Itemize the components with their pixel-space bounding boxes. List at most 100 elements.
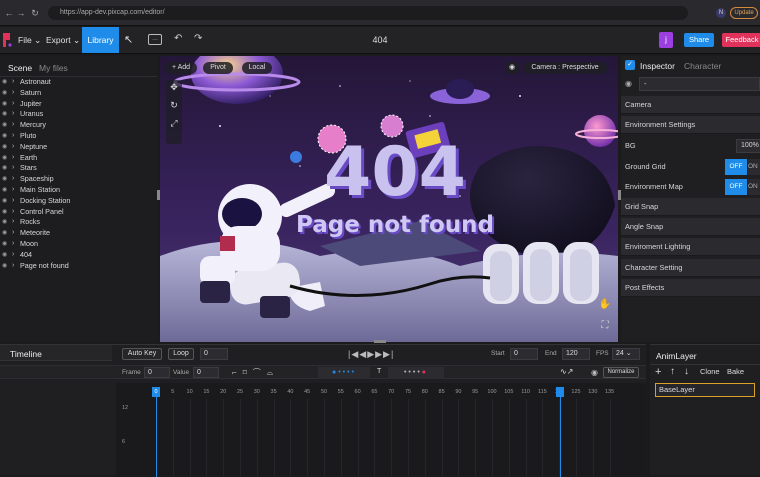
tree-item[interactable]: ◉ › Rocks bbox=[0, 217, 157, 228]
profile-avatar[interactable]: N bbox=[716, 8, 726, 18]
feedback-button[interactable]: Feedback bbox=[722, 33, 760, 47]
tree-item[interactable]: ◉ › Control Panel bbox=[0, 207, 157, 218]
tree-item[interactable]: ◉ › Saturn bbox=[0, 88, 157, 99]
eye-icon[interactable]: ◉ bbox=[2, 217, 10, 228]
chevron-right-icon[interactable]: › bbox=[12, 217, 18, 228]
bg-value-field[interactable]: 100% bbox=[736, 139, 760, 153]
undo-icon[interactable]: ↶ bbox=[174, 33, 186, 47]
env-map-off-toggle[interactable]: OFF bbox=[725, 179, 747, 195]
prev-icon[interactable]: ◀ bbox=[359, 349, 367, 359]
pan-hand-icon[interactable]: ✋ bbox=[598, 299, 612, 313]
eye-icon[interactable]: ◉ bbox=[2, 228, 10, 239]
next-icon[interactable]: ▶ bbox=[375, 349, 383, 359]
ground-grid-on-toggle[interactable]: ON bbox=[748, 159, 760, 175]
chevron-right-icon[interactable]: › bbox=[12, 239, 18, 250]
chevron-right-icon[interactable]: › bbox=[12, 99, 18, 110]
interpolation-buttons[interactable]: ⌐⌑⌒⌓ bbox=[232, 367, 292, 379]
user-avatar[interactable]: j bbox=[659, 32, 673, 48]
playhead-marker[interactable]: 0 bbox=[152, 387, 160, 397]
auto-key-button[interactable]: Auto Key bbox=[122, 348, 162, 360]
tab-timeline[interactable]: Timeline bbox=[10, 347, 42, 361]
tab-anim-layer[interactable]: AnimLayer bbox=[656, 349, 697, 363]
update-button[interactable]: Update bbox=[730, 7, 758, 19]
share-button[interactable]: Share bbox=[684, 33, 714, 47]
scale-icon[interactable]: ⤢ bbox=[168, 118, 180, 130]
section-environment-settings[interactable]: Environment Settings bbox=[621, 116, 760, 134]
tree-item[interactable]: ◉ › Earth bbox=[0, 153, 157, 164]
section-angle-snap[interactable]: Angle Snap bbox=[621, 218, 760, 236]
rotate-icon[interactable]: ↻ bbox=[168, 100, 180, 112]
bottom-resize-handle[interactable] bbox=[374, 340, 386, 343]
section-character-setting[interactable]: Character Setting bbox=[621, 259, 760, 277]
move-down-icon[interactable]: ↓ bbox=[684, 365, 694, 379]
layer-item-base[interactable]: BaseLayer bbox=[655, 383, 755, 397]
cursor-icon[interactable]: ↖ bbox=[124, 33, 136, 47]
forward-icon[interactable]: → bbox=[16, 8, 26, 18]
eye-icon[interactable]: ◉ bbox=[2, 99, 10, 110]
env-map-on-toggle[interactable]: ON bbox=[748, 179, 760, 195]
eye-icon[interactable]: ◉ bbox=[2, 250, 10, 261]
tree-item[interactable]: ◉ › Stars bbox=[0, 163, 157, 174]
tree-item[interactable]: ◉ › Astronaut bbox=[0, 77, 157, 88]
camera-icon[interactable]: ◉ bbox=[505, 62, 519, 74]
add-layer-icon[interactable]: + bbox=[655, 365, 665, 379]
camera-mode-select[interactable]: Camera : Prespective bbox=[523, 62, 607, 74]
checkbox-icon[interactable]: ✓ bbox=[625, 60, 635, 70]
ground-grid-off-toggle[interactable]: OFF bbox=[725, 159, 747, 175]
move-icon[interactable]: ✥ bbox=[168, 82, 180, 94]
chevron-right-icon[interactable]: › bbox=[12, 185, 18, 196]
clone-button[interactable]: Clone bbox=[700, 367, 720, 376]
chevron-right-icon[interactable]: › bbox=[12, 153, 18, 164]
move-up-icon[interactable]: ↑ bbox=[670, 365, 680, 379]
eye-icon[interactable]: ◉ bbox=[2, 196, 10, 207]
key-frame-input[interactable]: 0 bbox=[144, 367, 170, 378]
channel-filter-x[interactable]: ●•••• bbox=[318, 367, 370, 379]
eye-icon[interactable]: ◉ bbox=[2, 207, 10, 218]
tree-item[interactable]: ◉ › Spaceship bbox=[0, 174, 157, 185]
start-input[interactable]: 0 bbox=[510, 348, 538, 360]
eye-icon[interactable]: ◉ bbox=[2, 163, 10, 174]
file-menu[interactable]: File ⌄ bbox=[18, 27, 41, 53]
frame-input[interactable]: 0 bbox=[200, 348, 228, 360]
pixcap-logo[interactable] bbox=[2, 31, 12, 49]
eye-icon[interactable]: ◉ bbox=[2, 153, 10, 164]
section-camera[interactable]: Camera bbox=[621, 96, 760, 114]
key-value-input[interactable]: 0 bbox=[193, 367, 219, 378]
address-bar[interactable]: https://app-dev.pixcap.com/editor/ bbox=[48, 6, 688, 20]
tab-character[interactable]: Character bbox=[684, 59, 721, 73]
frame-ruler[interactable]: 5 10 15 20 25 30 35 40 45 50 55 60 65 70 75 80 85 90 95 100… bbox=[116, 389, 646, 397]
eye-icon[interactable]: ◉ bbox=[2, 77, 10, 88]
tab-scene[interactable]: Scene bbox=[8, 61, 32, 75]
tree-item[interactable]: ◉ › 404 bbox=[0, 250, 157, 261]
tree-item[interactable]: ◉ › Page not found bbox=[0, 261, 157, 272]
tree-item[interactable]: ◉ › Main Station bbox=[0, 185, 157, 196]
section-environment-lighting[interactable]: Enviroment Lighting bbox=[621, 238, 760, 256]
tree-item[interactable]: ◉ › Neptune bbox=[0, 142, 157, 153]
tab-my-files[interactable]: My files bbox=[39, 61, 68, 75]
chevron-right-icon[interactable]: › bbox=[12, 250, 18, 261]
chevron-right-icon[interactable]: › bbox=[12, 120, 18, 131]
local-toggle[interactable]: Local bbox=[242, 62, 272, 74]
comment-icon[interactable]: … bbox=[148, 34, 162, 45]
library-button[interactable]: Library bbox=[82, 27, 119, 53]
object-select[interactable]: - bbox=[639, 77, 760, 91]
chevron-right-icon[interactable]: › bbox=[12, 88, 18, 99]
chevron-right-icon[interactable]: › bbox=[12, 261, 18, 272]
end-marker[interactable] bbox=[556, 387, 564, 397]
export-menu[interactable]: Export ⌄ bbox=[46, 27, 80, 53]
project-title[interactable]: 404 bbox=[360, 27, 400, 53]
eye-icon[interactable]: ◉ bbox=[2, 261, 10, 272]
add-button[interactable]: + Add bbox=[165, 62, 197, 74]
chevron-right-icon[interactable]: › bbox=[12, 174, 18, 185]
play-icon[interactable]: ▶ bbox=[367, 349, 375, 359]
tree-item[interactable]: ◉ › Mercury bbox=[0, 120, 157, 131]
settings-icon[interactable]: ◉ bbox=[591, 368, 601, 378]
tree-item[interactable]: ◉ › Docking Station bbox=[0, 196, 157, 207]
pivot-toggle[interactable]: Pivot bbox=[203, 62, 233, 74]
curve-editor[interactable]: 5 10 15 20 25 30 35 40 45 50 55 60 65 70 75 80 85 90 95 100… bbox=[116, 383, 646, 477]
viewport[interactable]: 404 Page not found + Add Pivot Local ◉ C… bbox=[160, 56, 618, 342]
curve-tangent-icon[interactable]: ∿↗ bbox=[560, 367, 590, 379]
chevron-right-icon[interactable]: › bbox=[12, 131, 18, 142]
tree-item[interactable]: ◉ › Meteorite bbox=[0, 228, 157, 239]
eye-icon[interactable]: ◉ bbox=[2, 131, 10, 142]
